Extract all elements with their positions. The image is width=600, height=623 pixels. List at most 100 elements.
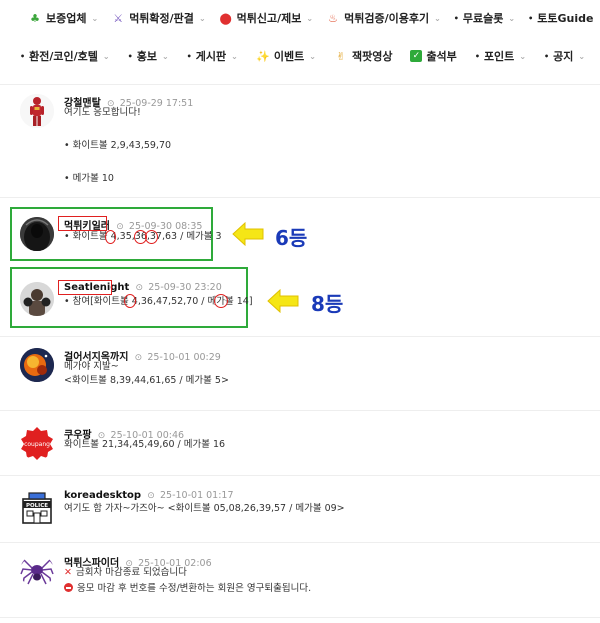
chevron-down-icon: ⌄ [306, 13, 314, 23]
bullet-icon: • [127, 51, 133, 61]
nav-item-label: 먹튀확정/판결 [129, 12, 194, 25]
comment-line: • 메가볼 10 [64, 173, 114, 184]
chevron-down-icon: ⌄ [434, 13, 441, 23]
chevron-down-icon: ⌄ [309, 51, 316, 61]
nav-item-label: 게시판 [195, 50, 227, 63]
avatar-text: POLICE [26, 503, 48, 509]
comment-line-text: 응모 마감 후 번호를 수정/변환하는 회원은 영구퇴출됩니다. [77, 583, 312, 594]
comment-line: 화이트볼 21,34,45,49,60 / 메가볼 16 [64, 439, 226, 450]
number-circle [214, 294, 228, 308]
comment-line: 메가야 지발~ [64, 361, 119, 372]
divider [0, 475, 600, 476]
divider [0, 410, 600, 411]
divider [0, 542, 600, 543]
comment-line: 여기도 응모합니다! [64, 107, 141, 118]
comment-body: ✕ 금회차 마감종료 되었습니다 응모 마감 후 번호를 수정/변환하는 회원은 … [64, 566, 311, 596]
nav-item-label: 먹튀신고/제보 [236, 12, 302, 25]
nav-item-label: 보증업체 [46, 12, 87, 25]
rank-label: 6등 [275, 226, 308, 250]
nav-item[interactable]: • 환전/코인/호텔 ⌄ [20, 48, 110, 64]
chevron-down-icon: ⌄ [519, 51, 527, 61]
clover-icon: ♣ [30, 11, 40, 25]
top-navigation: ♣ 보증업체 ⌄ ⚔ 먹튀확정/판결 ⌄ ⬤ 먹튀신고/제보 ⌄ ♨ 먹튀검증/이용후기 ⌄ • 무료슬롯… [0, 0, 600, 85]
comment-date: 25-09-30 23:20 [148, 282, 222, 293]
rank-label: 8등 [311, 292, 344, 316]
chevron-down-icon: ⌄ [102, 51, 110, 61]
comment-item: 강철맨탈 ⊙ 25-09-29 17:51 여기도 응모합니다! • 화이트볼 … [20, 94, 580, 194]
avatar[interactable] [20, 94, 54, 128]
comment-body: 화이트볼 21,34,45,49,60 / 메가볼 16 [64, 438, 225, 452]
chevron-down-icon: ⌄ [91, 13, 99, 23]
arrow-left-icon [232, 222, 264, 246]
avatar[interactable] [20, 217, 54, 251]
author-highlight [58, 280, 112, 295]
chevron-down-icon: ⌄ [231, 51, 238, 61]
clock-icon: ⊙ [147, 491, 155, 501]
avatar[interactable] [20, 554, 54, 588]
nav-item[interactable]: • 공지 ⌄ [544, 48, 585, 64]
nav-item-label: 공지 [553, 50, 574, 63]
comment-body: 여기도 응모합니다! • 화이트볼 2,9,43,59,70 • 메가볼 10 [64, 106, 171, 186]
nav-item-label: 이벤트 [273, 50, 305, 63]
hot-springs-icon: ♨ [328, 11, 339, 25]
nav-item[interactable]: ♨ 먹튀검증/이용후기 ⌄ [326, 10, 441, 26]
nav-item[interactable]: ⚔ 먹튀확정/판결 ⌄ [111, 10, 205, 26]
comment-line: 응모 마감 후 번호를 수정/변환하는 회원은 영구퇴출됩니다. [64, 582, 311, 596]
comment-body: 여기도 함 가자~가즈아~ <화이트볼 05,08,26,39,57 / 메가볼… [64, 502, 345, 516]
comment-line: 여기도 함 가자~가즈아~ <화이트볼 05,08,26,39,57 / 메가볼… [64, 503, 345, 514]
no-entry-icon [64, 583, 73, 592]
cross-mark-icon: ✕ [64, 567, 72, 578]
chevron-down-icon: ⌄ [198, 13, 206, 23]
nav-item[interactable]: • 홍보 ⌄ [128, 48, 169, 64]
nav-item[interactable]: ✨ 이벤트 ⌄ [256, 48, 316, 64]
nav-item-label: 환전/코인/호텔 [29, 50, 98, 63]
comment-line: ✕ 금회차 마감종료 되었습니다 [64, 566, 311, 580]
comment-date: 25-10-01 01:17 [160, 490, 234, 501]
comment-body: 메가야 지발~ <화이트볼 8,39,44,61,65 / 메가볼 5> [64, 360, 229, 388]
nav-item[interactable]: ✓ 출석부 [410, 48, 457, 64]
chevron-down-icon: ⌄ [161, 51, 169, 61]
nav-item-label: 잭팟영상 [351, 50, 393, 63]
comment-line: <화이트볼 8,39,44,61,65 / 메가볼 5> [64, 375, 229, 386]
bullet-icon: • [20, 51, 26, 61]
nav-item[interactable]: ✌ 잭팟영상 [334, 48, 392, 64]
nav-item[interactable]: ♣ 보증업체 ⌄ [28, 10, 98, 26]
avatar[interactable] [20, 348, 54, 382]
nav-item[interactable]: • 포인트 ⌄ [475, 48, 526, 64]
swords-icon: ⚔ [113, 11, 124, 25]
chevron-down-icon: ⌄ [508, 13, 516, 23]
nav-item[interactable]: • 무료슬롯 ⌄ [454, 10, 515, 26]
number-circle [105, 230, 116, 244]
avatar[interactable]: POLICE [20, 490, 54, 524]
alarm-icon: ⬤ [219, 11, 232, 25]
comment-line: • 화이트볼 2,9,43,59,70 [64, 140, 172, 151]
bullet-icon: • [528, 13, 534, 23]
nav-item-label: 먹튀검증/이용후기 [344, 12, 430, 25]
comment-item: POLICE koreadesktop ⊙ 25-10-01 01:17 여기도… [20, 490, 580, 530]
comment-item: 걸어서지옥까지 ⊙ 25-10-01 00:29 메가야 지발~ <화이트볼 8… [20, 348, 580, 398]
comment-item: 먹튀스파이더 ⊙ 25-10-01 02:06 ✕ 금회차 마감종료 되었습니다 … [20, 554, 580, 604]
author-highlight [58, 216, 107, 231]
nav-item-label: 포인트 [483, 50, 515, 63]
author-name[interactable]: koreadesktop [64, 490, 141, 501]
comment-line-text: 금회차 마감종료 되었습니다 [75, 567, 187, 578]
nav-item[interactable]: ⬤ 먹튀신고/제보 ⌄ [219, 10, 313, 26]
bullet-icon: • [453, 13, 459, 23]
arrow-left-icon [267, 289, 299, 313]
comment-item: coupang 쿠우팡 ⊙ 25-10-01 00:46 화이트볼 21,34,… [20, 426, 580, 466]
avatar[interactable]: coupang [20, 426, 54, 460]
divider [0, 336, 600, 337]
avatar-text: coupang [24, 441, 50, 448]
comment-meta: koreadesktop ⊙ 25-10-01 01:17 [64, 490, 234, 501]
number-circle [124, 294, 136, 308]
divider [0, 197, 600, 198]
avatar[interactable] [20, 282, 54, 316]
divider [0, 617, 600, 618]
nav-item[interactable]: • 게시판 ⌄ [187, 48, 238, 64]
nav-item[interactable]: •토토Guide⌄ [528, 10, 600, 26]
bullet-icon: • [474, 51, 480, 61]
nav-item-label: 홍보 [136, 50, 157, 63]
victory-hand-icon: ✌ [336, 49, 346, 63]
bullet-icon: • [186, 51, 192, 61]
nav-row-2: • 환전/코인/호텔 ⌄ • 홍보 ⌄ • 게시판 ⌄ ✨ 이벤트 ⌄ ✌ 잭팟영상 ✓ 출석부 • 포인트 ⌄ • 공… [0, 44, 600, 68]
